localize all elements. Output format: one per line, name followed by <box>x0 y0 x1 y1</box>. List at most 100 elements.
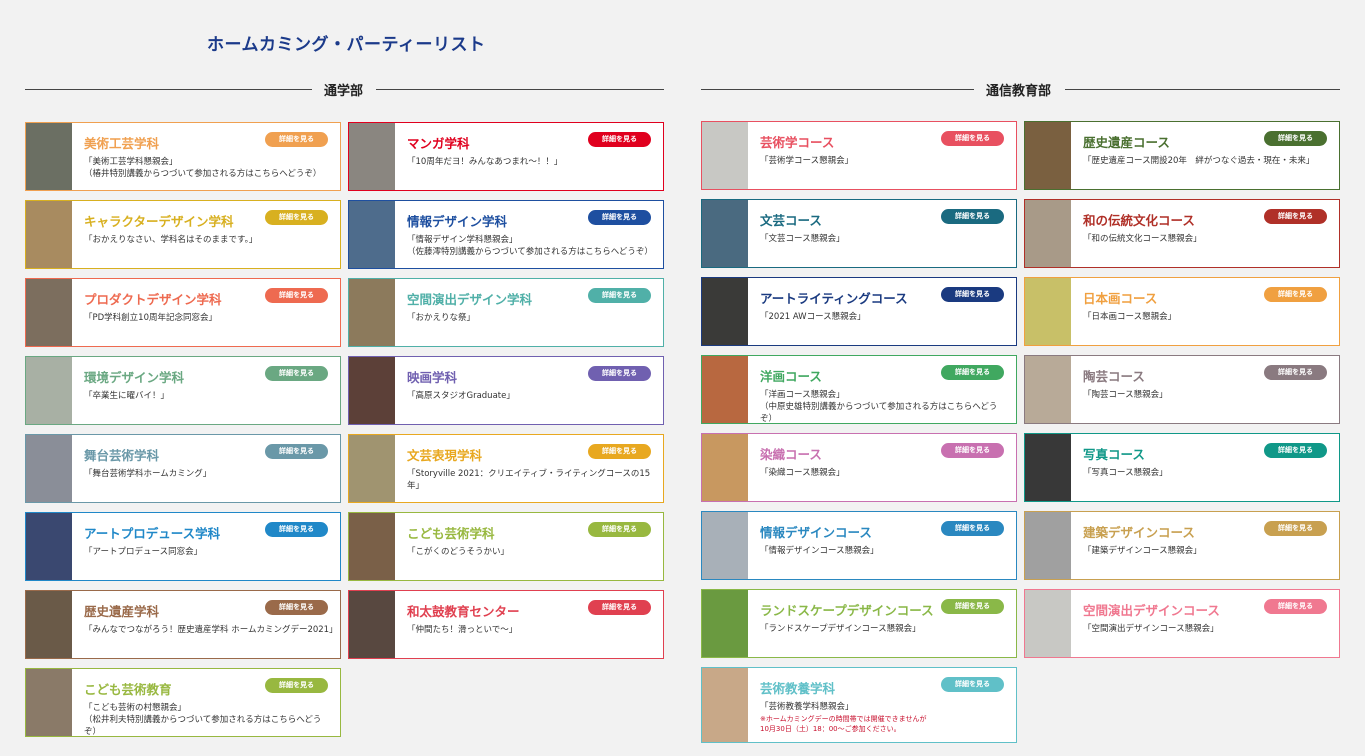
details-button[interactable]: 詳細を見る <box>941 287 1004 302</box>
program-card[interactable]: アートプロデュース学科 詳細を見る 「アートプロデュース同窓会」 <box>25 512 341 581</box>
details-button[interactable]: 詳細を見る <box>1264 365 1327 380</box>
program-title: 環境デザイン学科 <box>84 370 185 385</box>
program-card[interactable]: 陶芸コース 詳細を見る「陶芸コース懇親会」 <box>1024 355 1340 424</box>
details-button[interactable]: 詳細を見る <box>588 132 651 147</box>
program-title: キャラクターデザイン学科 <box>84 214 234 229</box>
program-card[interactable]: 和太鼓教育センター 詳細を見る 「仲間たち！滑っといで～」 <box>348 590 664 659</box>
program-description: 「洋画コース懇親会」 （中原史雄特別講義からつづいて参加される方はこちらへどうぞ） <box>760 390 998 424</box>
program-card[interactable]: 芸術教養学科 詳細を見る 「芸術教養学科懇親会」 ※ホームカミングデーの時間帯では開催… <box>701 667 1017 743</box>
program-card[interactable]: 染織コース 詳細を見る 「染織コース懇親会」 <box>701 433 1017 502</box>
details-button[interactable]: 詳細を見る <box>1264 443 1327 458</box>
page-title: ホームカミング・パーティーリスト <box>207 35 486 55</box>
program-card[interactable]: 文芸コース 詳細を見る 「文芸コース懇親会」 <box>701 199 1017 268</box>
program-card[interactable]: 写真コース 詳細を見る「写真コース懇親会」 <box>1024 433 1340 502</box>
section-label: 通学部 <box>324 84 364 99</box>
details-button[interactable]: 詳細を見る <box>588 444 651 459</box>
details-button[interactable]: 詳細を見る <box>588 366 651 381</box>
program-description: 「Storyville 2021：クリエイティブ・ライティングコースの15年」 <box>407 469 651 491</box>
program-card[interactable]: マンガ学科 詳細を見る 「10周年だヨ！みんなあつまれ～！！」 <box>348 122 664 191</box>
program-description: 「美術工芸学科懇親会」 （椿井特別講義からつづいて参加される方はこちらへどうぞ） <box>84 157 322 179</box>
details-button[interactable]: 詳細を見る <box>588 288 651 303</box>
program-thumbnail <box>702 278 748 345</box>
program-description: 「情報デザインコース懇親会」 <box>760 546 879 556</box>
program-thumbnail <box>349 357 395 424</box>
program-thumbnail <box>702 200 748 267</box>
program-card[interactable]: 文芸表現学科 詳細を見る 「Storyville 2021：クリエイティブ・ライティ… <box>348 434 664 503</box>
program-title: 陶芸コース <box>1083 369 1145 384</box>
program-thumbnail <box>26 669 72 736</box>
program-card[interactable]: ランドスケープデザインコース 詳細を見る 「ランドスケープデザインコース懇親会」 <box>701 589 1017 658</box>
details-button[interactable]: 詳細を見る <box>588 600 651 615</box>
program-card[interactable]: こども芸術教育 詳細を見る 「こども芸術の村懇親会」 （松井利夫特別講義からつづいて参… <box>25 668 341 737</box>
details-button[interactable]: 詳細を見る <box>265 132 328 147</box>
details-button[interactable]: 詳細を見る <box>941 209 1004 224</box>
details-button[interactable]: 詳細を見る <box>265 288 328 303</box>
details-button[interactable]: 詳細を見る <box>1264 599 1327 614</box>
program-description: 「陶芸コース懇親会」 <box>1083 390 1168 400</box>
program-title: 和の伝統文化コース <box>1083 213 1195 228</box>
program-card[interactable]: 歴史遺産学科 詳細を見る 「みんなでつながろう！歴史遺産学科 ホームカミングデー20… <box>25 590 341 659</box>
details-button[interactable]: 詳細を見る <box>941 365 1004 380</box>
program-card[interactable]: 舞台芸術学科 詳細を見る 「舞台芸術学科ホームカミング」 <box>25 434 341 503</box>
program-card[interactable]: アートライティングコース 詳細を見る 「2021 AWコース懇親会」 <box>701 277 1017 346</box>
details-button[interactable]: 詳細を見る <box>941 521 1004 536</box>
program-description: 「ランドスケープデザインコース懇親会」 <box>760 624 921 634</box>
program-description: 「おかえりな祭」 <box>407 313 476 323</box>
details-button[interactable]: 詳細を見る <box>1264 131 1327 146</box>
details-button[interactable]: 詳細を見る <box>941 677 1004 692</box>
program-card[interactable]: 和の伝統文化コース 詳細を見る「和の伝統文化コース懇親会」 <box>1024 199 1340 268</box>
program-card[interactable]: 歴史遺産コース 詳細を見る 「歴史遺産コース開設20年 絆がつなぐ過去・現在・未来」 <box>1024 121 1340 190</box>
details-button[interactable]: 詳細を見る <box>941 599 1004 614</box>
program-card[interactable]: 情報デザインコース 詳細を見る「情報デザインコース懇親会」 <box>701 511 1017 580</box>
program-title: 情報デザインコース <box>760 525 872 540</box>
program-title: 歴史遺産コース <box>1083 135 1170 150</box>
details-button[interactable]: 詳細を見る <box>1264 521 1327 536</box>
program-description: 「こども芸術の村懇親会」 （松井利夫特別講義からつづいて参加される方はこちらへどう… <box>84 703 322 737</box>
program-card[interactable]: 日本画コース 詳細を見る 「日本画コース懇親会」 <box>1024 277 1340 346</box>
correspondence-panel: 通信教育部 芸術学コース 詳細を見る 「芸術学コース懇親会」 歴史遺産コース 詳細を見る… <box>686 0 1365 756</box>
program-description: 「写真コース懇親会」 <box>1083 468 1168 478</box>
program-card[interactable]: 映画学科 詳細を見る 「高原スタジオGraduate」 <box>348 356 664 425</box>
program-title: 文芸コース <box>760 213 822 228</box>
details-button[interactable]: 詳細を見る <box>941 443 1004 458</box>
divider-line <box>25 89 312 90</box>
program-description: 「みんなでつながろう！歴史遺産学科 ホームカミングデー2021」 <box>84 625 338 635</box>
program-description: 「おかえりなさい、学科名はそのままです。」 <box>84 235 258 245</box>
details-button[interactable]: 詳細を見る <box>588 210 651 225</box>
details-button[interactable]: 詳細を見る <box>1264 209 1327 224</box>
program-thumbnail <box>349 123 395 190</box>
program-card[interactable]: キャラクターデザイン学科 詳細を見る 「おかえりなさい、学科名はそのままです。」 <box>25 200 341 269</box>
details-button[interactable]: 詳細を見る <box>941 131 1004 146</box>
program-card[interactable]: 情報デザイン学科 詳細を見る 「情報デザイン学科懇親会」 （佐藤澪特別講義からつづいて… <box>348 200 664 269</box>
program-card[interactable]: 芸術学コース 詳細を見る 「芸術学コース懇親会」 <box>701 121 1017 190</box>
details-button[interactable]: 詳細を見る <box>265 678 328 693</box>
details-button[interactable]: 詳細を見る <box>265 522 328 537</box>
details-button[interactable]: 詳細を見る <box>265 366 328 381</box>
program-description: 「空間演出デザインコース懇親会」 <box>1083 624 1219 634</box>
program-card[interactable]: プロダクトデザイン学科 詳細を見る 「PD学科創立10周年記念同窓会」 <box>25 278 341 347</box>
program-title: 写真コース <box>1083 447 1145 462</box>
program-title: 情報デザイン学科 <box>407 214 508 229</box>
section-label: 通信教育部 <box>986 84 1052 99</box>
program-title: 洋画コース <box>760 369 822 384</box>
program-card[interactable]: 空間演出デザイン学科 詳細を見る 「おかえりな祭」 <box>348 278 664 347</box>
details-button[interactable]: 詳細を見る <box>265 600 328 615</box>
details-button[interactable]: 詳細を見る <box>265 210 328 225</box>
program-description: 「PD学科創立10周年記念同窓会」 <box>84 313 217 323</box>
program-card[interactable]: 空間演出デザインコース 詳細を見る「空間演出デザインコース懇親会」 <box>1024 589 1340 658</box>
program-description: 「舞台芸術学科ホームカミング」 <box>84 469 212 479</box>
program-description: 「和の伝統文化コース懇親会」 <box>1083 234 1202 244</box>
program-title: 空間演出デザインコース <box>1083 603 1220 618</box>
program-thumbnail <box>349 591 395 658</box>
details-button[interactable]: 詳細を見る <box>588 522 651 537</box>
program-card[interactable]: 環境デザイン学科 詳細を見る 「卒業生に曜バイ！」 <box>25 356 341 425</box>
program-card[interactable]: こども芸術学科 詳細を見る 「こがくのどうそうかい」 <box>348 512 664 581</box>
divider-line <box>1065 89 1340 90</box>
details-button[interactable]: 詳細を見る <box>1264 287 1327 302</box>
program-thumbnail <box>1025 278 1071 345</box>
program-thumbnail <box>26 357 72 424</box>
details-button[interactable]: 詳細を見る <box>265 444 328 459</box>
program-card[interactable]: 美術工芸学科 詳細を見る 「美術工芸学科懇親会」 （椿井特別講義からつづいて参加される… <box>25 122 341 191</box>
program-card[interactable]: 建築デザインコース 詳細を見る 「建築デザインコース懇親会」 <box>1024 511 1340 580</box>
program-card[interactable]: 洋画コース 詳細を見る「洋画コース懇親会」 （中原史雄特別講義からつづいて参加される… <box>701 355 1017 424</box>
